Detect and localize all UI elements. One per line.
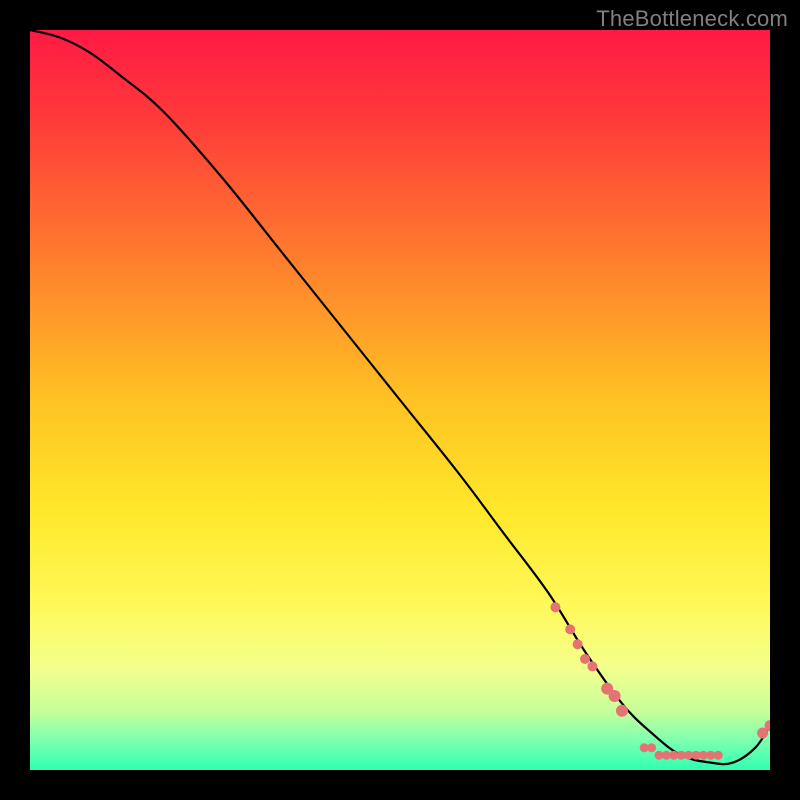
data-marker xyxy=(647,743,656,752)
data-marker xyxy=(616,705,628,717)
plot-area xyxy=(30,30,770,770)
data-marker xyxy=(714,751,723,760)
data-marker xyxy=(565,624,575,634)
curve-layer xyxy=(30,30,770,770)
data-marker xyxy=(580,654,590,664)
data-marker xyxy=(587,661,597,671)
marker-group xyxy=(550,602,770,760)
data-marker xyxy=(573,639,583,649)
chart-stage: TheBottleneck.com xyxy=(0,0,800,800)
data-marker xyxy=(609,690,621,702)
data-marker xyxy=(550,602,560,612)
watermark-text: TheBottleneck.com xyxy=(596,6,788,32)
bottleneck-curve xyxy=(30,30,770,764)
